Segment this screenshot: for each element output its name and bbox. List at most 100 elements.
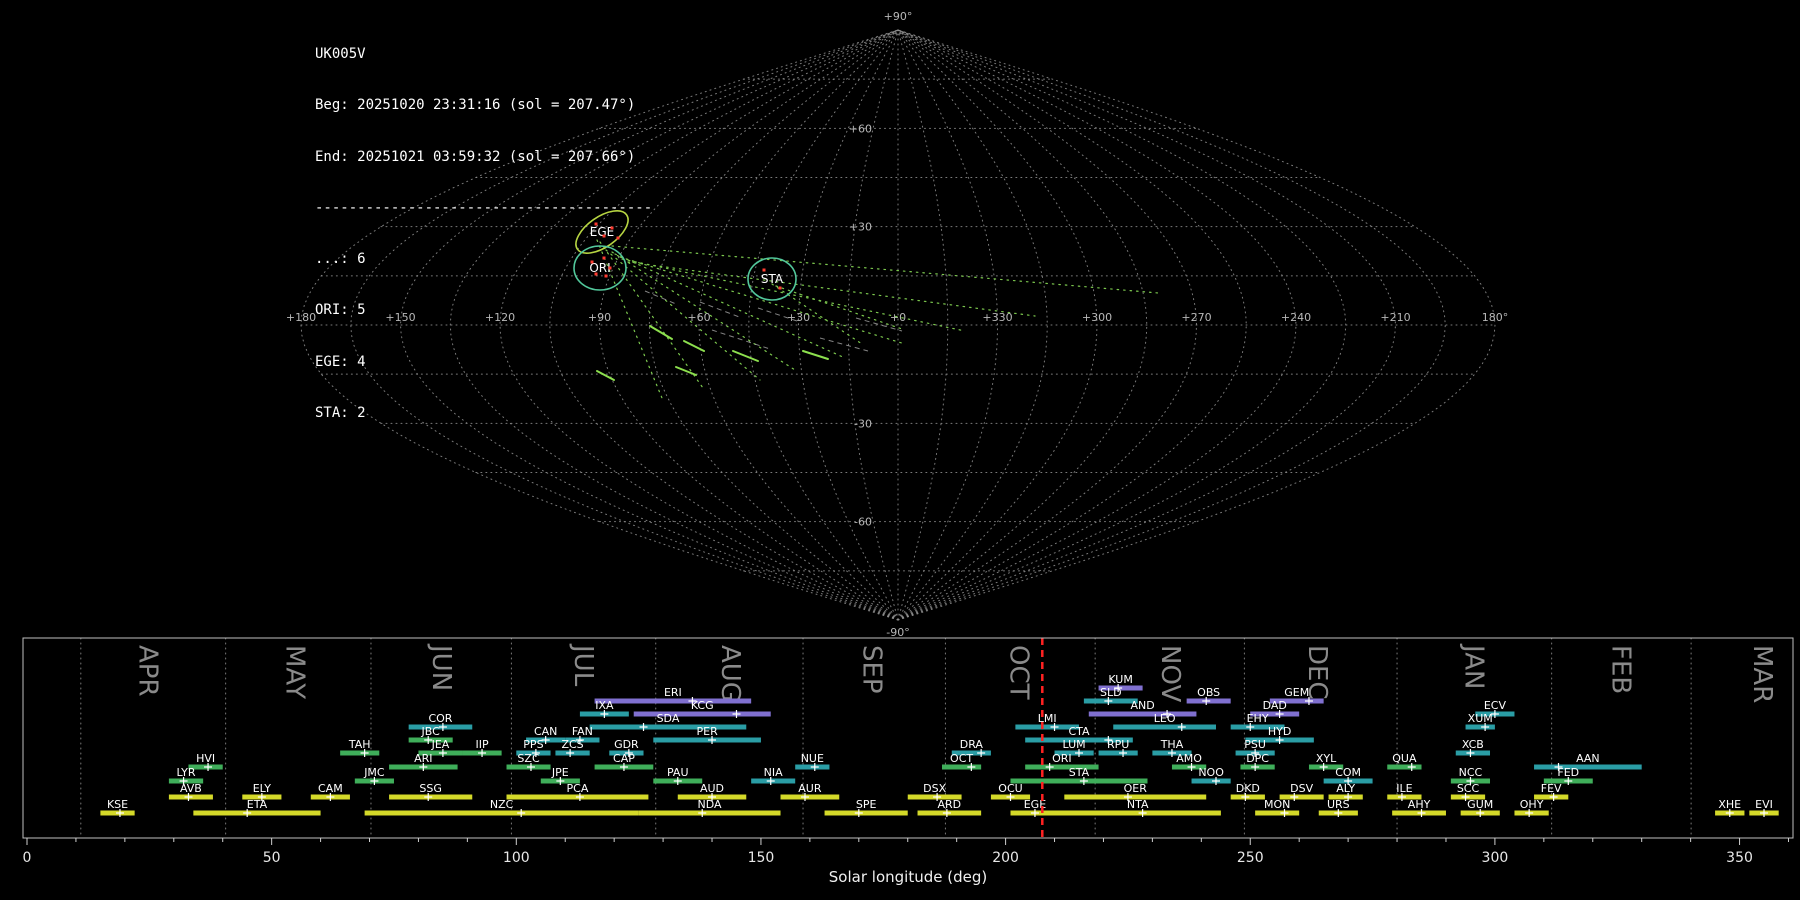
north-pole-label: +90° (884, 10, 913, 23)
count-sta: STA: 2 (315, 404, 366, 421)
radiant-label: STA (761, 272, 784, 286)
meteor-activity-report: +180 +150 +120 +90 +60 +30 +0 +330 +300 +270 +240 +… (0, 0, 1800, 900)
peak-marker (1177, 723, 1186, 731)
shower-code-label: GEM (1284, 686, 1309, 699)
peak-marker (517, 809, 526, 817)
shower-code-label: XUM (1468, 712, 1493, 725)
shower-code-label: SZC (517, 752, 540, 765)
shower-code-label: LUM (1063, 738, 1086, 751)
separator-line: ---------------------------------------- (315, 199, 653, 216)
shower-code-label: AHY (1408, 798, 1431, 811)
shower-code-label: OCU (998, 782, 1022, 795)
shower-code-label: IIP (475, 738, 488, 751)
shower-code-label: ALY (1336, 782, 1355, 795)
shower-code-label: RPU (1107, 738, 1129, 751)
shower-code-label: AAN (1576, 752, 1600, 765)
month-label: JUL (568, 643, 598, 687)
axis-tick-label: 150 (748, 850, 775, 866)
shower-code-label: JEA (431, 738, 450, 751)
shower-code-label: QUA (1392, 752, 1417, 765)
shower-code-label: OCT (950, 752, 973, 765)
shower-code-label: NTA (1127, 798, 1149, 811)
latitude-label: -60 (854, 516, 872, 529)
shower-code-label: NUE (801, 752, 824, 765)
shower-code-label: ECV (1484, 699, 1507, 712)
shower-code-label: NIA (764, 766, 783, 779)
solar-longitude-activity-chart: APR MAY JUN JUL AUG SEP OCT NOV DEC JAN FEB MARKUME… (22, 637, 1794, 886)
shower-code-label: ELY (253, 782, 272, 795)
shower-code-label: JPE (551, 766, 569, 779)
longitude-label: +180 (286, 311, 316, 324)
shower-code-label: CAN (534, 725, 557, 738)
session-begin: Beg: 20251020 23:31:16 (sol = 207.47°) (315, 97, 636, 114)
count-sporadic: ...: 6 (315, 251, 366, 268)
shower-code-label: AUD (700, 782, 724, 795)
shower-code-label: OBS (1197, 686, 1220, 699)
shower-code-label: GDR (614, 738, 639, 751)
shower-code-label: DPC (1246, 752, 1269, 765)
shower-code-label: CAP (613, 752, 635, 765)
count-ori: ORI: 5 (315, 302, 366, 319)
month-label: APR (133, 645, 163, 697)
shower-code-label: NOO (1198, 766, 1224, 779)
month-label: SEP (857, 645, 887, 694)
meteor-trail (683, 340, 705, 352)
month-label: OCT (1003, 645, 1033, 700)
longitude-label: +240 (1281, 311, 1311, 324)
shower-code-label: NCC (1459, 766, 1483, 779)
shower-code-label: KUM (1108, 673, 1132, 686)
shower-code-label: LYR (177, 766, 196, 779)
longitude-label: +30 (787, 311, 810, 324)
axis-tick-label: 300 (1482, 850, 1509, 866)
x-axis-title: Solar longitude (deg) (829, 868, 987, 886)
shower-code-label: PER (697, 725, 719, 738)
shower-code-label: OER (1124, 782, 1148, 795)
longitude-label: +270 (1181, 311, 1211, 324)
shower-code-label: JBC (421, 725, 441, 738)
shower-code-label: XCB (1462, 738, 1484, 751)
axis-tick-label: 350 (1726, 850, 1753, 866)
shower-code-label: DSV (1290, 782, 1313, 795)
sporadic-trail (819, 337, 869, 352)
radiant-point (778, 286, 782, 290)
meteor-path-dotted (611, 245, 1159, 294)
shower-code-label: AVB (180, 782, 202, 795)
shower-code-label: PSU (1244, 738, 1266, 751)
shower-code-label: DKD (1236, 782, 1260, 795)
map-meridian (897, 29, 949, 621)
peak-marker (732, 710, 741, 718)
shower-code-label: PAU (667, 766, 689, 779)
shower-code-label: IXA (595, 699, 614, 712)
shower-code-label: KCG (691, 699, 714, 712)
meteor-trail (732, 350, 759, 362)
peak-marker (639, 723, 648, 731)
session-end: End: 20251021 03:59:32 (sol = 207.66°) (315, 148, 636, 165)
shower-code-label: XYL (1316, 752, 1337, 765)
shower-code-label: DRA (960, 738, 984, 751)
shower-code-label: NDA (698, 798, 723, 811)
shower-code-label: SLD (1100, 686, 1122, 699)
shower-code-label: ILE (1396, 782, 1412, 795)
meteor-trail (802, 350, 829, 360)
shower-code-label: AUR (798, 782, 822, 795)
shower-code-label: OHY (1520, 798, 1544, 811)
shower-code-label: SDA (657, 712, 680, 725)
latitude-label: -30 (854, 417, 872, 430)
axis-tick-label: 100 (503, 850, 530, 866)
shower-code-label: HVI (196, 752, 215, 765)
longitude-label: 180° (1482, 311, 1509, 324)
shower-code-label: LMI (1038, 712, 1057, 725)
month-label: MAR (1747, 645, 1777, 703)
shower-code-label: COR (428, 712, 452, 725)
shower-code-label: ARI (414, 752, 432, 765)
shower-code-label: EVI (1755, 798, 1773, 811)
shower-code-label: AMO (1176, 752, 1202, 765)
shower-code-label: DSX (923, 782, 946, 795)
shower-code-label: GUM (1467, 798, 1493, 811)
session-info-block: UK005V Beg: 20251020 23:31:16 (sol = 207… (315, 12, 652, 456)
shower-code-label: PPS (523, 738, 543, 751)
count-ege: EGE: 4 (315, 353, 366, 370)
month-label: AUG (715, 645, 745, 702)
shower-code-label: COM (1335, 766, 1361, 779)
shower-code-label: TAH (348, 738, 371, 751)
